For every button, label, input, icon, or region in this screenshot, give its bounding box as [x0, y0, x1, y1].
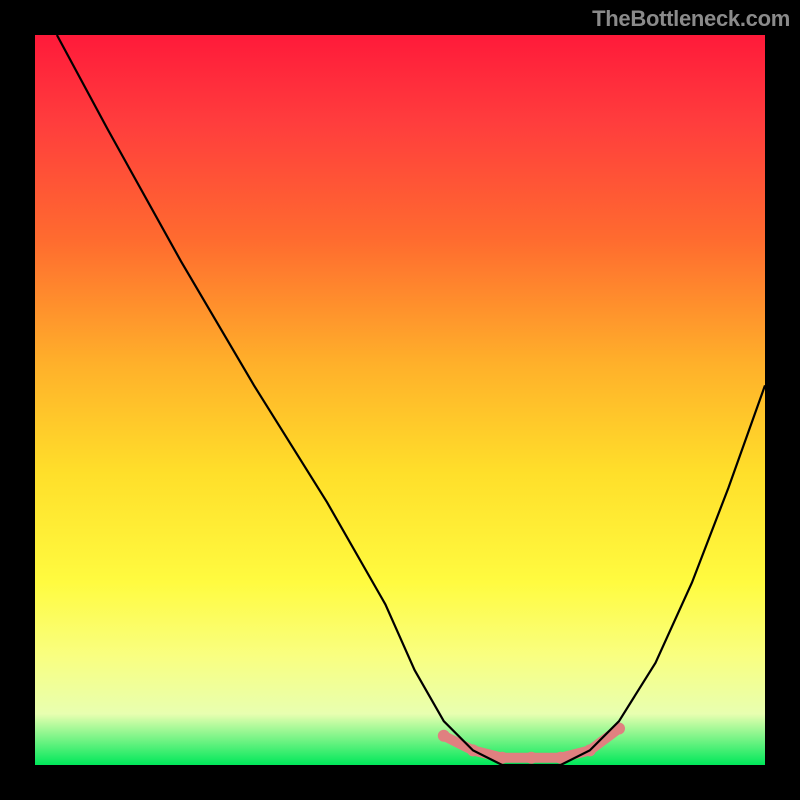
marker-dot	[438, 730, 450, 742]
watermark-text: TheBottleneck.com	[592, 6, 790, 32]
curve-layer	[35, 35, 765, 765]
plot-area	[35, 35, 765, 765]
bottleneck-curve	[57, 35, 765, 765]
marker-dot	[525, 752, 537, 764]
chart-frame: TheBottleneck.com	[0, 0, 800, 800]
